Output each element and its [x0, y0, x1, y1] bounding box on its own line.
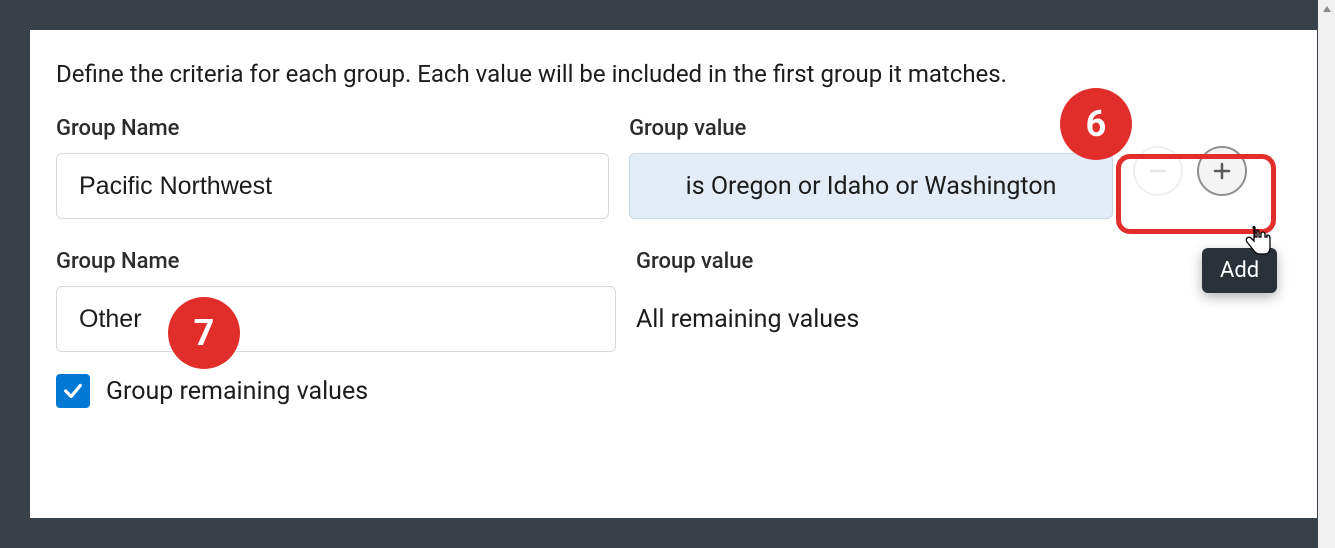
- instruction-text: Define the criteria for each group. Each…: [56, 60, 1291, 88]
- group-remaining-row: Group remaining values: [56, 374, 1291, 408]
- scrollbar-up-icon[interactable]: [1318, 0, 1335, 17]
- group-name-input[interactable]: [56, 286, 616, 352]
- scrollbar[interactable]: [1318, 0, 1335, 548]
- add-tooltip: Add: [1202, 248, 1277, 293]
- group-value-label: Group value: [636, 249, 1126, 274]
- group-name-label: Group Name: [56, 249, 616, 274]
- add-group-button[interactable]: [1197, 146, 1247, 196]
- group-name-label: Group Name: [56, 116, 609, 141]
- group-row: Group Name Group value is Oregon or Idah…: [56, 116, 1291, 219]
- group-name-input[interactable]: [56, 153, 609, 219]
- group-value-label: Group value: [629, 116, 1113, 141]
- group-remaining-checkbox[interactable]: [56, 374, 90, 408]
- group-row: Group Name 7 Group value All remaining v…: [56, 249, 1291, 352]
- group-value-text: is Oregon or Idaho or Washington: [686, 172, 1057, 201]
- remove-group-button[interactable]: [1133, 146, 1183, 196]
- group-value-static: All remaining values: [636, 286, 1126, 352]
- group-value-pill[interactable]: is Oregon or Idaho or Washington: [629, 153, 1113, 219]
- group-criteria-panel: Define the criteria for each group. Each…: [30, 30, 1317, 518]
- group-remaining-label: Group remaining values: [106, 377, 368, 406]
